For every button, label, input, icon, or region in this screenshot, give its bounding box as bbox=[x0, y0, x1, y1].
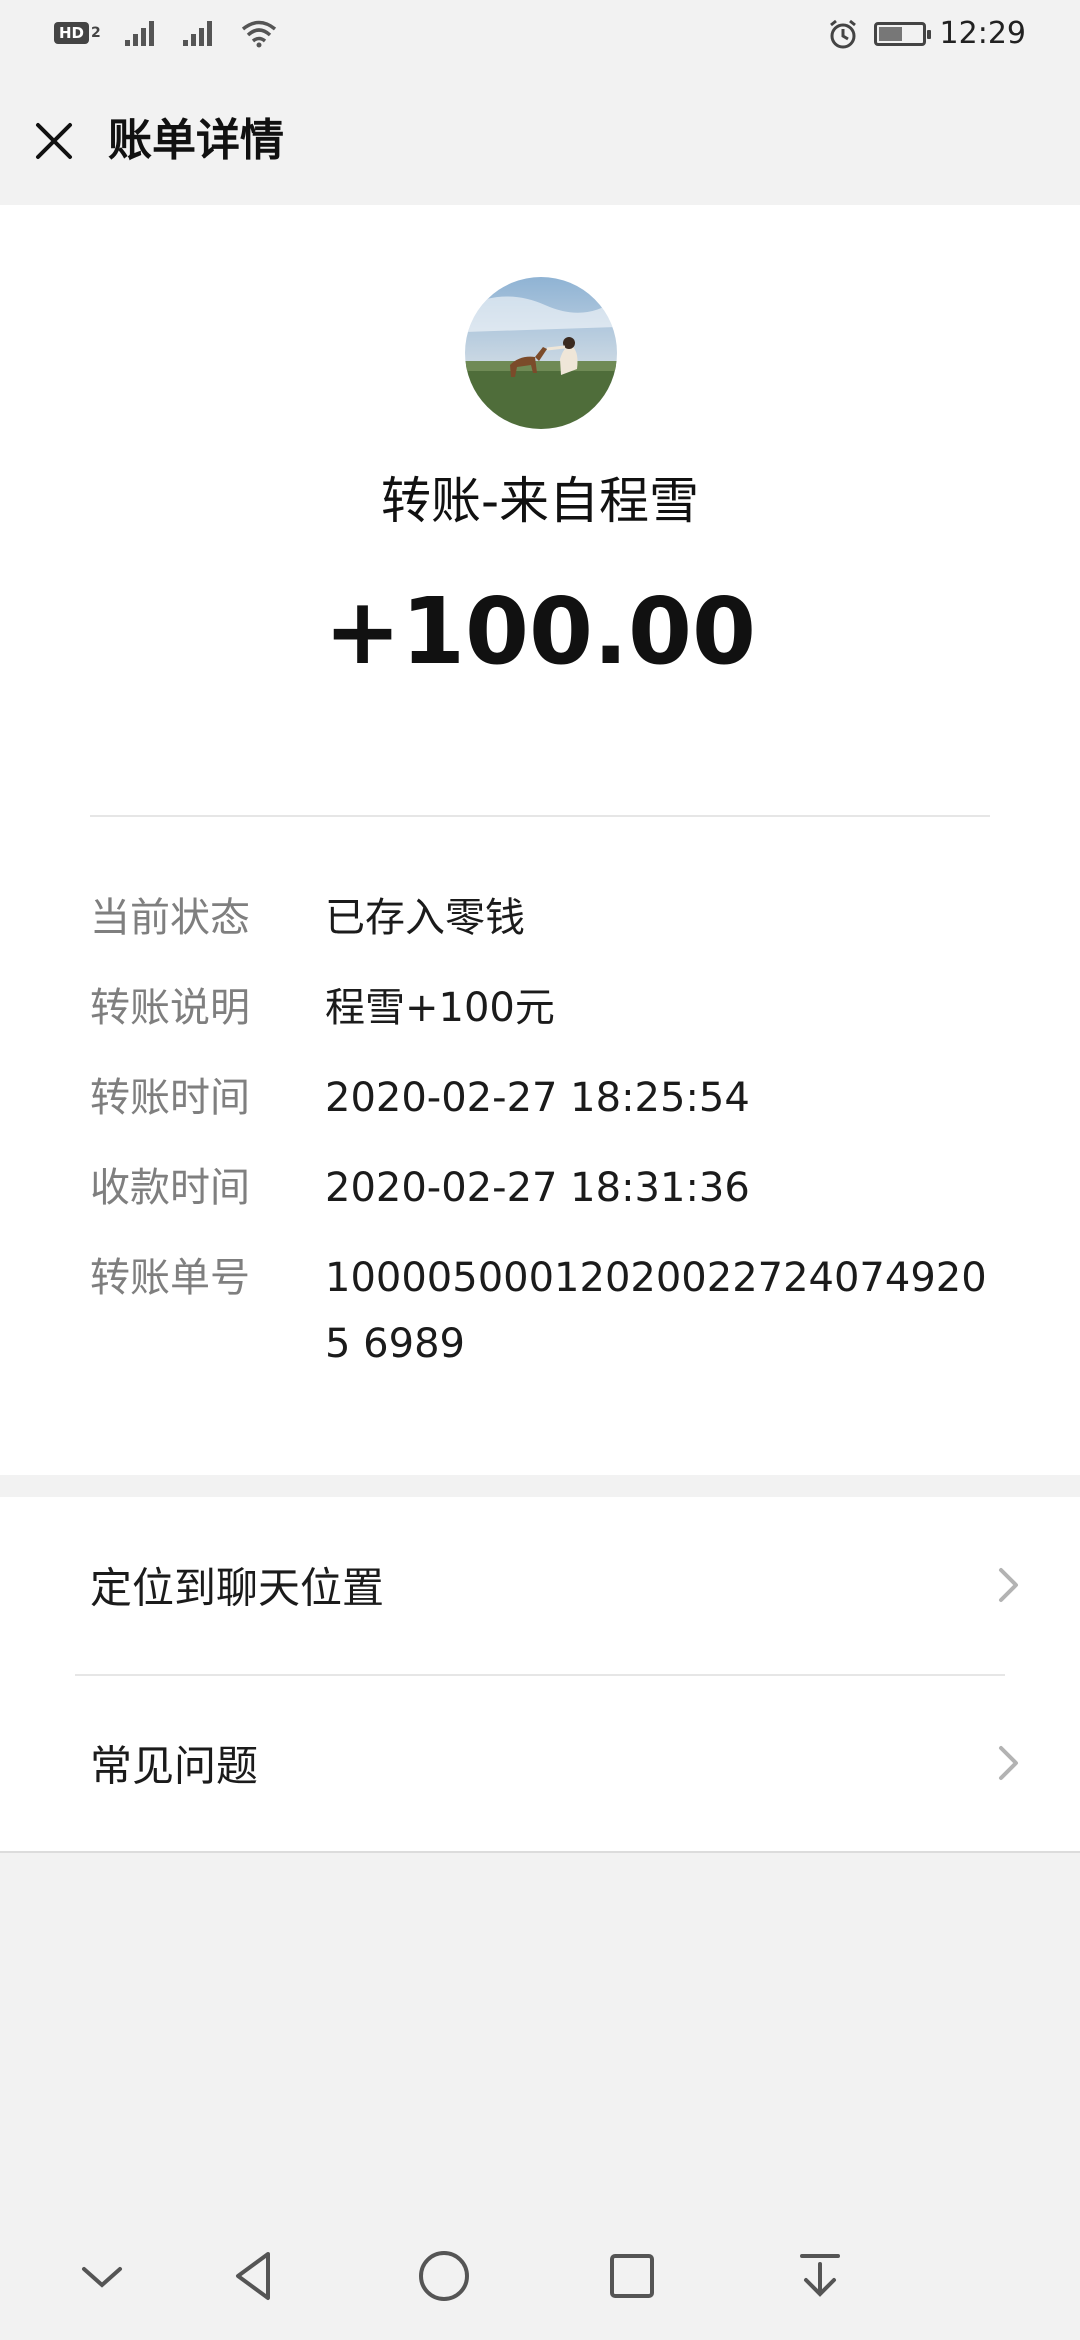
signal-icon-2 bbox=[182, 21, 212, 46]
faq-item[interactable]: 常见问题 bbox=[0, 1675, 1080, 1851]
detail-list: 当前状态 已存入零钱 转账说明 程雪+100元 转账时间 2020-02-27 … bbox=[90, 885, 1010, 1401]
action-label: 定位到聊天位置 bbox=[90, 1563, 385, 1613]
hd-label: HD bbox=[54, 22, 90, 44]
detail-value: 2020-02-27 18:31:36 bbox=[325, 1165, 750, 1211]
detail-label: 转账时间 bbox=[90, 1075, 250, 1121]
signal-icon bbox=[124, 21, 154, 46]
detail-row-note: 转账说明 程雪+100元 bbox=[90, 975, 1010, 1041]
back-triangle-icon bbox=[236, 2252, 270, 2300]
detail-label: 收款时间 bbox=[90, 1165, 250, 1211]
detail-value: 已存入零钱 bbox=[325, 895, 525, 941]
status-bar: HD 2 12:29 bbox=[0, 0, 1080, 75]
home-button[interactable] bbox=[408, 2240, 480, 2312]
title-bar: 账单详情 bbox=[0, 75, 1080, 205]
close-icon bbox=[36, 123, 72, 159]
close-button[interactable] bbox=[24, 111, 84, 171]
detail-value[interactable]: 100005000120200227240749205 6989 bbox=[325, 1245, 995, 1377]
recents-square-icon bbox=[610, 2254, 654, 2298]
hide-nav-button[interactable] bbox=[66, 2240, 138, 2312]
detail-label: 转账单号 bbox=[90, 1255, 250, 1301]
battery-level bbox=[878, 26, 903, 41]
detail-label: 当前状态 bbox=[90, 895, 250, 941]
page-title: 账单详情 bbox=[108, 115, 284, 166]
locate-in-chat-item[interactable]: 定位到聊天位置 bbox=[0, 1497, 1080, 1673]
status-left: HD 2 bbox=[54, 18, 279, 48]
wifi-icon bbox=[241, 20, 276, 48]
detail-label: 转账说明 bbox=[90, 985, 250, 1031]
bill-summary-card: 转账-来自程雪 +100.00 当前状态 已存入零钱 转账说明 程雪+100元 … bbox=[0, 205, 1080, 1475]
detail-row-status: 当前状态 已存入零钱 bbox=[90, 885, 1010, 951]
recents-button[interactable] bbox=[596, 2240, 668, 2312]
avatar-photo bbox=[465, 277, 617, 429]
chevron-right-icon bbox=[999, 1746, 1018, 1780]
detail-row-order-number: 转账单号 100005000120200227240749205 6989 bbox=[90, 1245, 1010, 1377]
transfer-amount: +100.00 bbox=[323, 578, 757, 685]
home-circle-icon bbox=[419, 2251, 469, 2301]
divider bbox=[90, 815, 990, 817]
pull-down-icon bbox=[800, 2254, 840, 2297]
back-button[interactable] bbox=[218, 2240, 290, 2312]
clock: 12:29 bbox=[939, 16, 1026, 51]
detail-value: 2020-02-27 18:25:54 bbox=[325, 1075, 750, 1121]
transfer-title: 转账-来自程雪 bbox=[380, 472, 700, 530]
chevron-right-icon bbox=[999, 1568, 1018, 1602]
action-label: 常见问题 bbox=[90, 1741, 259, 1791]
notification-pull-button[interactable] bbox=[784, 2240, 856, 2312]
detail-row-received-time: 收款时间 2020-02-27 18:31:36 bbox=[90, 1155, 1010, 1221]
action-list: 定位到聊天位置 常见问题 bbox=[0, 1497, 1080, 1851]
detail-row-transfer-time: 转账时间 2020-02-27 18:25:54 bbox=[90, 1065, 1010, 1131]
detail-value: 程雪+100元 bbox=[325, 985, 555, 1031]
status-right: 12:29 bbox=[826, 16, 1026, 51]
divider bbox=[0, 1851, 1080, 1853]
system-nav-bar bbox=[0, 2210, 1080, 2340]
alarm-icon bbox=[829, 19, 856, 48]
hd-voice-icon: HD 2 bbox=[54, 22, 101, 44]
battery-icon bbox=[873, 21, 931, 46]
chevron-down-icon bbox=[82, 2267, 122, 2288]
hd-sub-label: 2 bbox=[91, 25, 101, 41]
avatar[interactable] bbox=[465, 277, 617, 429]
